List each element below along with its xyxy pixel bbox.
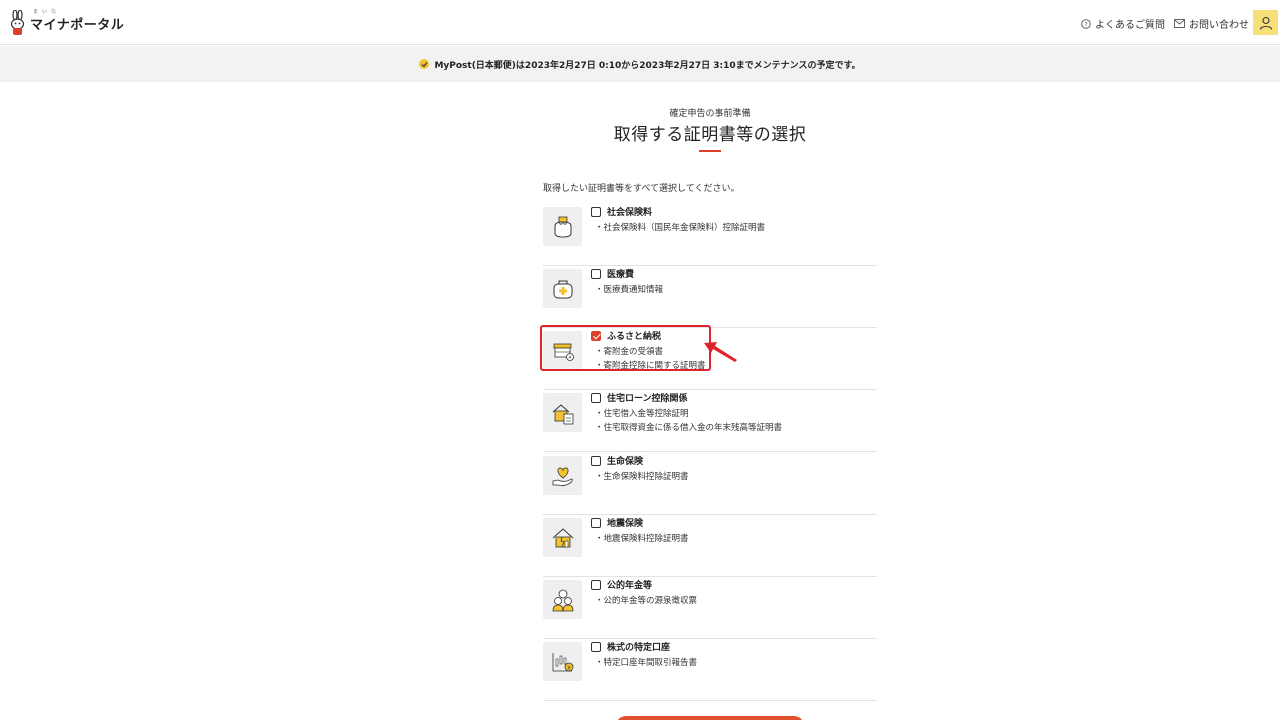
list-item-social-insurance: 社会保険料 ・社会保険料（国民年金保険料）控除証明書 — [543, 204, 877, 266]
checkbox-social-insurance[interactable] — [591, 207, 601, 217]
instruction-text: 取得したい証明書等をすべて選択してください。 — [543, 184, 740, 194]
user-icon — [1259, 16, 1272, 30]
title-underline — [699, 150, 721, 152]
item-subtext: ・社会保険料（国民年金保険料）控除証明書 — [595, 223, 766, 233]
user-account-button[interactable] — [1253, 10, 1278, 35]
item-title[interactable]: 社会保険料 — [607, 205, 652, 218]
house-crack-icon — [543, 518, 582, 557]
item-title[interactable]: 公的年金等 — [607, 578, 652, 591]
item-subtext: ・地震保険料控除証明書 — [595, 534, 689, 544]
item-title[interactable]: 地震保険 — [607, 516, 643, 529]
checkbox-medical[interactable] — [591, 269, 601, 279]
coin-purse-icon — [543, 207, 582, 246]
logo-text: マイナポータル — [30, 18, 125, 33]
list-item-housing-loan: 住宅ローン控除関係 ・住宅借入金等控除証明 ・住宅取得資金に係る借入金の年末残高… — [543, 390, 877, 452]
hand-heart-icon — [543, 456, 582, 495]
item-subtext: ・公的年金等の源泉徴収票 — [595, 596, 698, 606]
contact-label: お問い合わせ — [1189, 20, 1249, 31]
faq-link[interactable]: ? よくあるご質問 — [1081, 16, 1165, 31]
question-circle-icon: ? — [1081, 18, 1091, 29]
contact-link[interactable]: お問い合わせ — [1174, 16, 1249, 31]
selection-highlight-box — [540, 325, 711, 371]
page-eyebrow: 確定申告の事前準備 — [669, 109, 751, 119]
checkbox-public-pension[interactable] — [591, 580, 601, 590]
page-title: 取得する証明書等の選択 — [613, 125, 807, 145]
item-title[interactable]: 住宅ローン控除関係 — [607, 391, 688, 404]
check-circle-icon — [419, 59, 430, 69]
notice-text: MyPost(日本郵便)は2023年2月27日 0:10から2023年2月27日… — [434, 60, 861, 71]
list-item-life-insurance: 生命保険 ・生命保険料控除証明書 — [543, 453, 877, 515]
item-title[interactable]: 医療費 — [607, 267, 634, 280]
item-subtext: ・特定口座年間取引報告書 — [595, 658, 698, 668]
logo-ruby: まいな — [33, 9, 61, 15]
faq-label: よくあるご質問 — [1095, 20, 1165, 31]
mail-icon — [1174, 19, 1185, 28]
pointer-arrow-icon — [704, 342, 737, 362]
list-item-stock-account: ¥ 株式の特定口座 ・特定口座年間取引報告書 — [543, 639, 877, 701]
next-button[interactable] — [616, 716, 804, 720]
header: まいな マイナポータル ? よくあるご質問 お問い合わせ — [0, 0, 1280, 45]
list-item-earthquake-insurance: 地震保険 ・地震保険料控除証明書 — [543, 515, 877, 577]
logo[interactable]: まいな マイナポータル — [9, 9, 125, 36]
item-subtext: ・住宅借入金等控除証明 — [595, 409, 689, 419]
checkbox-stock-account[interactable] — [591, 642, 601, 652]
checkbox-life-insurance[interactable] — [591, 456, 601, 466]
item-title[interactable]: 生命保険 — [607, 454, 643, 467]
checkbox-earthquake-insurance[interactable] — [591, 518, 601, 528]
medical-bag-icon — [543, 269, 582, 308]
mascot-logo-icon — [9, 9, 27, 36]
item-subtext: ・生命保険料控除証明書 — [595, 472, 689, 482]
checkbox-housing-loan[interactable] — [591, 393, 601, 403]
house-calculator-icon — [543, 393, 582, 432]
elderly-couple-icon — [543, 580, 582, 619]
item-title[interactable]: 株式の特定口座 — [607, 640, 670, 653]
list-item-public-pension: 公的年金等 ・公的年金等の源泉徴収票 — [543, 577, 877, 639]
maintenance-notice: MyPost(日本郵便)は2023年2月27日 0:10から2023年2月27日… — [0, 46, 1280, 82]
list-item-medical: 医療費 ・医療費通知情報 — [543, 266, 877, 328]
item-subtext: ・医療費通知情報 — [595, 285, 664, 295]
item-subtext: ・住宅取得資金に係る借入金の年末残高等証明書 — [595, 423, 783, 433]
svg-text:?: ? — [1084, 20, 1087, 28]
svg-text:¥: ¥ — [567, 665, 571, 671]
stock-chart-icon: ¥ — [543, 642, 582, 681]
